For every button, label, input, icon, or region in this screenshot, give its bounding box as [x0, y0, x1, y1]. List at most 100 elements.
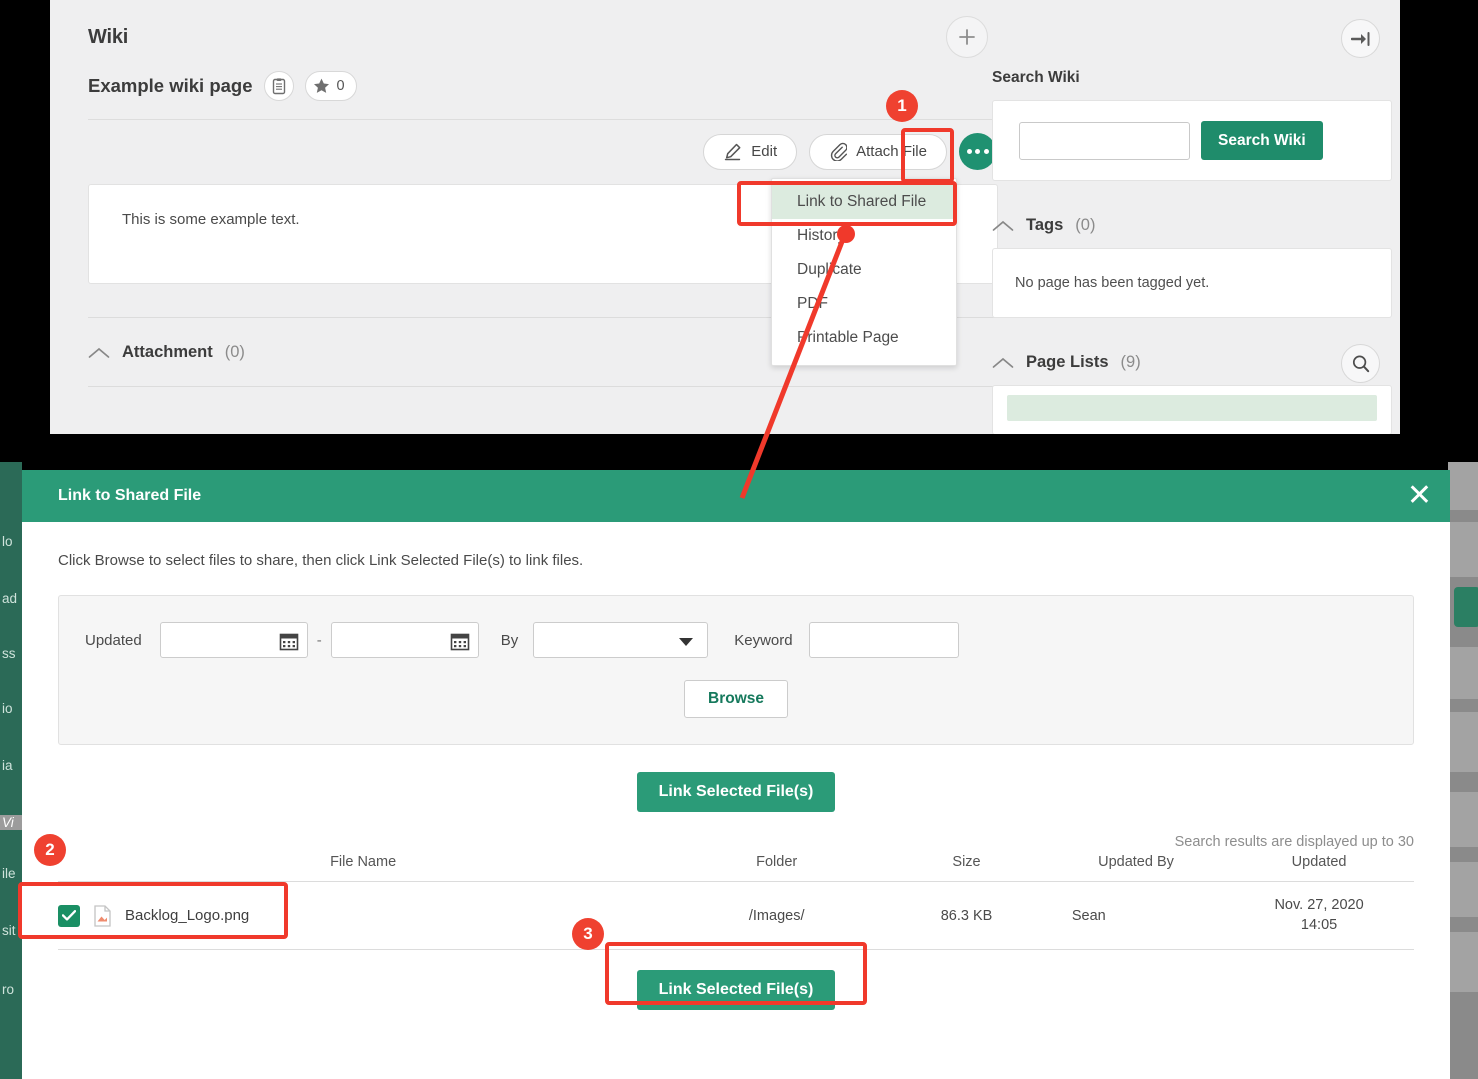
cell-folder: /Images/: [668, 881, 886, 951]
search-wiki-bar: Search Wiki: [993, 101, 1391, 180]
bg-sidebar-item: ia: [2, 758, 13, 773]
column-header-updated-by: Updated By: [1047, 854, 1225, 882]
background-app-sidebar: lo ad ss io ia Vi ile sit ro: [0, 462, 22, 1079]
chevron-up-icon: [992, 220, 1014, 231]
updated-to-field[interactable]: [330, 622, 479, 658]
cell-updated-by: Sean: [1047, 881, 1225, 951]
tags-empty-message: No page has been tagged yet.: [1015, 275, 1210, 291]
table-header-row: File Name Folder Size Updated By Updated: [58, 854, 1414, 882]
star-icon: [313, 78, 329, 93]
chevron-up-icon: [88, 347, 110, 358]
page-lists-section-header[interactable]: Page Lists (9): [992, 344, 1392, 383]
wiki-sidebar: Search Wiki Search Wiki Tags (0) No page…: [992, 0, 1392, 434]
tags-card: No page has been tagged yet.: [992, 248, 1392, 318]
title-divider: [88, 119, 998, 120]
ellipsis-dot: [975, 149, 980, 154]
column-header-size: Size: [885, 854, 1048, 882]
dialog-description: Click Browse to select files to share, t…: [58, 552, 584, 569]
dialog-header: Link to Shared File ✕: [22, 470, 1450, 522]
filter-row: Updated - By Keyword: [59, 622, 1413, 658]
wiki-action-row: Edit Attach File: [88, 133, 998, 170]
pencil-icon: [725, 143, 741, 160]
by-label: By: [500, 631, 519, 649]
search-wiki-button[interactable]: Search Wiki: [1201, 121, 1323, 160]
column-header-file-name: File Name: [58, 854, 669, 882]
bg-sidebar-item: lo: [2, 534, 13, 549]
updated-by-select[interactable]: [533, 622, 709, 658]
ellipsis-dot: [966, 149, 972, 154]
highlight-file-row-checkbox: [18, 882, 288, 939]
edit-button[interactable]: Edit: [703, 133, 798, 170]
attachment-label: Attachment: [122, 343, 213, 361]
bg-sidebar-item: ad: [2, 591, 18, 606]
highlight-link-selected-button: [605, 942, 867, 1005]
file-filter-panel: Updated - By Keyword Browse: [58, 595, 1414, 745]
highlight-link-to-shared-file-item: [737, 181, 957, 226]
dropdown-item-pdf[interactable]: PDF: [772, 287, 956, 321]
tags-section-header[interactable]: Tags (0): [992, 216, 1392, 235]
dialog-title: Link to Shared File: [58, 487, 202, 504]
search-wiki-heading: Search Wiki: [992, 69, 1080, 86]
calendar-icon: [450, 633, 470, 651]
keyword-input[interactable]: [808, 622, 959, 658]
column-header-folder: Folder: [668, 854, 886, 882]
add-page-button[interactable]: [946, 16, 988, 58]
close-icon[interactable]: ✕: [1407, 481, 1432, 511]
star-count: 0: [336, 78, 345, 94]
callout-badge-3: 3: [572, 918, 604, 950]
search-results-note: Search results are displayed up to 30: [1174, 834, 1414, 850]
collapse-panel-icon: [1350, 31, 1369, 46]
updated-from-field[interactable]: [159, 622, 308, 658]
page-list-item[interactable]: [1007, 395, 1377, 421]
bg-sidebar-item: ro: [2, 982, 15, 997]
notes-icon[interactable]: [263, 71, 294, 101]
updated-label: Updated: [85, 631, 142, 649]
dropdown-item-printable-page[interactable]: Printable Page: [772, 321, 956, 355]
search-input[interactable]: [1019, 121, 1190, 160]
callout-badge-1: 1: [886, 90, 918, 122]
attachment-count: (0): [224, 343, 245, 361]
page-lists-count: (9): [1120, 353, 1141, 371]
dropdown-item-duplicate[interactable]: Duplicate: [772, 253, 956, 287]
screenshot-root: Wiki Example wiki page 0 Edit Attach Fil…: [0, 0, 1478, 1079]
callout-badge-2: 2: [34, 834, 66, 866]
collapse-sidebar-button[interactable]: [1341, 19, 1380, 58]
page-lists-search-button[interactable]: [1341, 344, 1380, 383]
bg-green-block: [1454, 587, 1478, 627]
chevron-down-icon: [679, 638, 694, 646]
column-header-updated: Updated: [1224, 854, 1414, 882]
notes-icon-glyph: [272, 77, 285, 94]
browse-button[interactable]: Browse: [684, 680, 788, 718]
chevron-up-icon: [992, 357, 1014, 368]
wiki-content-text: This is some example text.: [122, 211, 300, 228]
edit-button-label: Edit: [751, 143, 778, 160]
cell-updated-text: Nov. 27, 2020 14:05: [1274, 897, 1364, 933]
search-wiki-card: Search Wiki: [992, 100, 1392, 181]
wiki-page-heading-row: Example wiki page 0: [88, 71, 998, 101]
tags-label: Tags: [1026, 216, 1064, 234]
keyword-label: Keyword: [734, 631, 793, 649]
bg-sidebar-item: io: [2, 701, 13, 716]
tags-count: (0): [1075, 216, 1096, 234]
page-title: Wiki: [88, 26, 129, 48]
ellipsis-dot: [983, 149, 989, 154]
browse-button-wrap: Browse: [59, 680, 1413, 718]
cell-size: 86.3 KB: [885, 881, 1048, 951]
more-actions-button[interactable]: [959, 133, 996, 170]
background-right-strip: [1448, 462, 1478, 1079]
link-selected-top-wrap: Link Selected File(s): [58, 772, 1414, 812]
page-lists-card: [992, 385, 1392, 434]
highlight-more-button: [901, 128, 954, 183]
star-button[interactable]: 0: [304, 71, 357, 101]
cell-updated: Nov. 27, 2020 14:05: [1224, 881, 1414, 951]
page-lists-label: Page Lists: [1026, 353, 1109, 371]
date-range-separator: -: [316, 631, 322, 649]
bg-sidebar-item-active: Vi: [0, 815, 22, 830]
attachment-bottom-divider: [88, 386, 998, 387]
link-selected-files-button-top[interactable]: Link Selected File(s): [636, 772, 836, 812]
bg-sidebar-item: ile: [2, 866, 16, 881]
plus-icon: [959, 29, 975, 45]
calendar-icon: [279, 633, 299, 651]
paperclip-icon: [830, 142, 848, 161]
bg-sidebar-item: ss: [2, 646, 16, 661]
